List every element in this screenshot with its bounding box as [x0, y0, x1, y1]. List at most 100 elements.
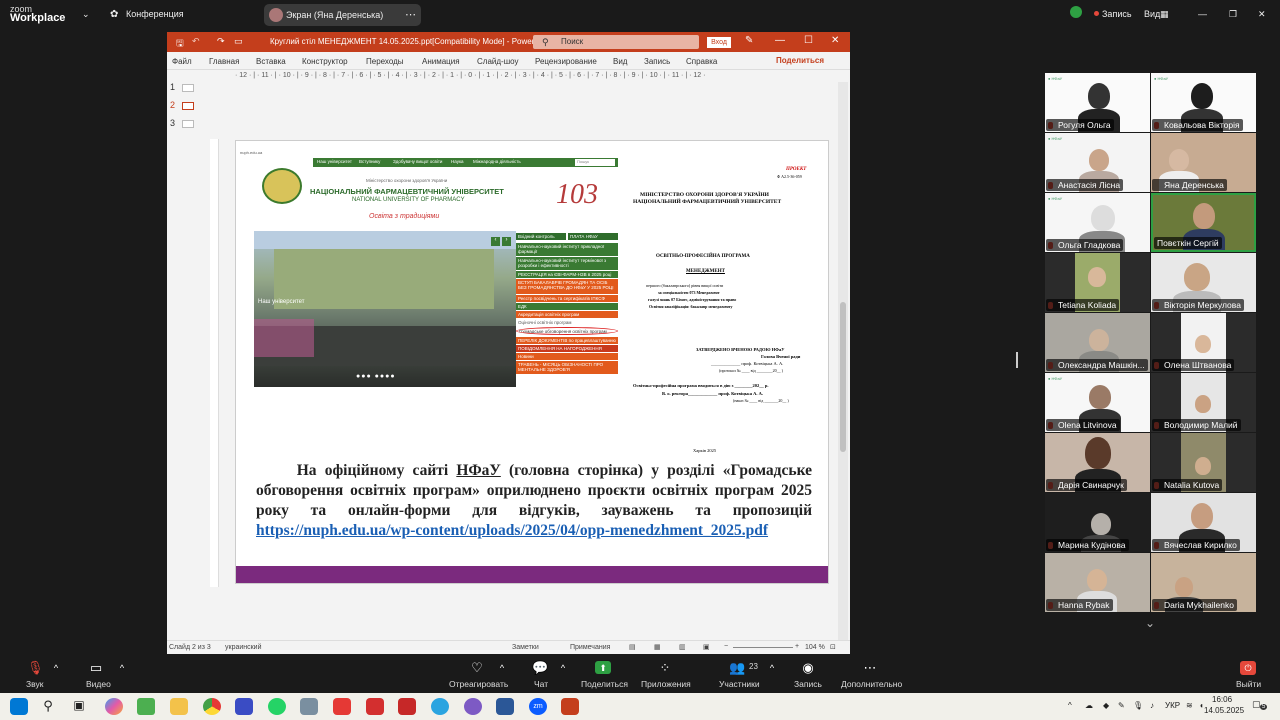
notifications-icon[interactable]: ▢	[1252, 699, 1261, 710]
slide-thumb-3[interactable]	[182, 120, 194, 128]
view-button[interactable]: Вид	[1144, 9, 1160, 19]
vertical-scrollbar[interactable]	[838, 82, 848, 642]
slide-thumb-2[interactable]	[182, 102, 194, 110]
video-camera-icon[interactable]: ▭	[88, 661, 104, 675]
tray-app-icon[interactable]: ◆	[1103, 701, 1109, 710]
participant-tile[interactable]: Олена Штванова	[1151, 313, 1256, 372]
pdf-reader-icon[interactable]	[366, 698, 384, 715]
audio-button[interactable]: Звук	[26, 679, 43, 689]
participants-chevron-icon[interactable]: ^	[764, 661, 780, 675]
minimize-icon[interactable]: —	[1198, 9, 1207, 19]
participant-tile[interactable]: Hanna Rybak	[1045, 553, 1150, 612]
participant-tile[interactable]: ● НФаУ Анастасія Лісна	[1045, 133, 1150, 192]
notes-button[interactable]: Заметки	[512, 644, 539, 651]
tray-wifi-icon[interactable]: ≋	[1186, 701, 1193, 710]
sorter-view-icon[interactable]: ▦	[654, 643, 661, 651]
save-icon[interactable]: 🖫	[176, 36, 184, 52]
task-view-icon[interactable]: ▣	[70, 698, 88, 715]
mic-muted-icon[interactable]: 🎙	[27, 661, 44, 675]
login-button[interactable]: Вход	[707, 37, 731, 48]
react-chevron-icon[interactable]: ^	[494, 661, 510, 675]
more-button[interactable]: Дополнительно	[841, 679, 902, 689]
fit-slide-icon[interactable]: ⊡	[830, 643, 836, 651]
redo-icon[interactable]: ↷	[217, 36, 225, 47]
slideshow-view-icon[interactable]: ▣	[703, 643, 710, 651]
leave-icon[interactable]: ⏻	[1240, 661, 1256, 675]
ppt-search-input[interactable]: ⚲ Поиск	[533, 35, 699, 49]
copilot-icon[interactable]	[105, 698, 123, 715]
participant-tile[interactable]: ● НФаУ Рогуля Ольга	[1045, 73, 1150, 132]
apps-icon[interactable]: ⁘	[657, 661, 673, 675]
gallery-next-page-icon[interactable]: ⌄	[1145, 616, 1155, 630]
viber-icon[interactable]	[464, 698, 482, 715]
ppt-close-icon[interactable]: ✕	[831, 35, 839, 46]
record-icon[interactable]: ◉	[800, 661, 816, 675]
zoom-app-icon[interactable]: zm	[529, 698, 547, 715]
participant-tile-active-speaker[interactable]: Повєткін Сергій	[1151, 193, 1256, 252]
participants-icon[interactable]: 👥	[729, 661, 745, 675]
participant-tile[interactable]: Вячеслав Кирилко	[1151, 493, 1256, 552]
slide-thumb-1[interactable]	[182, 84, 194, 92]
share-screen-button[interactable]: Поделиться	[581, 679, 628, 689]
powerpoint-icon[interactable]	[561, 698, 579, 715]
participant-tile[interactable]: Дарія Свинарчук	[1045, 433, 1150, 492]
audio-options-chevron-icon[interactable]: ^	[48, 661, 64, 675]
ppt-maximize-icon[interactable]: ☐	[804, 35, 813, 46]
file-explorer-icon[interactable]	[170, 698, 188, 715]
share-screen-icon[interactable]: ⬆	[595, 661, 611, 674]
participant-tile[interactable]: ● НФаУ Ковальова Вікторія	[1151, 73, 1256, 132]
tray-language[interactable]: УКР	[1165, 701, 1180, 710]
store-icon[interactable]	[137, 698, 155, 715]
tray-pen-icon[interactable]: ✎	[1118, 701, 1125, 710]
slide-canvas[interactable]: nuph.edu.ua Наш університет Вступнику Зд…	[235, 140, 829, 584]
tray-speaker-icon[interactable]: ♪	[1150, 701, 1154, 710]
present-icon[interactable]: ▭	[234, 36, 243, 47]
restore-icon[interactable]: ❐	[1229, 9, 1237, 20]
tab-review[interactable]: Рецензирование	[535, 57, 597, 66]
whatsapp-icon[interactable]	[268, 698, 286, 715]
participant-tile[interactable]: Олександра Машкін...	[1045, 313, 1150, 372]
participant-tile[interactable]: Володимир Малий	[1151, 373, 1256, 432]
video-options-chevron-icon[interactable]: ^	[114, 661, 130, 675]
leave-button[interactable]: Выйти	[1236, 679, 1261, 689]
tab-help[interactable]: Справка	[686, 57, 717, 66]
tab-insert[interactable]: Вставка	[256, 57, 286, 66]
participant-tile[interactable]: Daria Mykhailenko	[1151, 553, 1256, 612]
participant-tile[interactable]: Марина Кудінова	[1045, 493, 1150, 552]
language-status[interactable]: украинский	[225, 644, 262, 651]
acrobat-icon[interactable]	[398, 698, 416, 715]
ppt-minimize-icon[interactable]: —	[775, 35, 785, 46]
tab-transitions[interactable]: Переходы	[366, 57, 404, 66]
chrome-icon[interactable]	[203, 698, 221, 715]
tab-file[interactable]: Файл	[172, 57, 192, 66]
tab-record[interactable]: Запись	[644, 57, 670, 66]
participant-tile[interactable]: ● НФаУ Ольга Гладкова	[1045, 193, 1150, 252]
search-icon[interactable]: ⚲	[39, 698, 57, 715]
participant-tile[interactable]: Яна Деренська	[1151, 133, 1256, 192]
participant-tile[interactable]: Tetiana Koliada	[1045, 253, 1150, 312]
comments-button[interactable]: Примечания	[570, 644, 610, 651]
save-app-icon[interactable]	[235, 698, 253, 715]
tray-mic-icon[interactable]: 🎙	[1133, 701, 1143, 710]
chat-icon[interactable]: 💬	[532, 661, 548, 675]
tab-home[interactable]: Главная	[209, 57, 239, 66]
participant-tile[interactable]: Natalia Kutova	[1151, 433, 1256, 492]
view-grid-icon[interactable]: ▦	[1160, 9, 1169, 20]
zoom-level[interactable]: 104 %	[805, 644, 825, 651]
splitter-handle[interactable]	[1016, 352, 1018, 368]
more-icon[interactable]: ⋯	[862, 661, 878, 675]
video-button[interactable]: Видео	[86, 679, 111, 689]
recording-label[interactable]: Запись	[1102, 9, 1132, 19]
screen-share-pill[interactable]: Экран (Яна Деренська) ⋯	[264, 4, 421, 26]
meeting-label[interactable]: Конференция	[126, 9, 184, 19]
chevron-down-icon[interactable]: ⌄	[82, 9, 90, 20]
apps-button[interactable]: Приложения	[641, 679, 691, 689]
telegram-icon[interactable]	[431, 698, 449, 715]
reading-view-icon[interactable]: ▥	[679, 643, 686, 651]
participant-tile[interactable]: Вікторія Меркулова	[1151, 253, 1256, 312]
tab-slideshow[interactable]: Слайд-шоу	[477, 57, 518, 66]
tab-design[interactable]: Конструктор	[302, 57, 348, 66]
chat-chevron-icon[interactable]: ^	[555, 661, 571, 675]
ppt-share-button[interactable]: Поделиться	[776, 56, 824, 65]
participant-tile[interactable]: ● НФаУ Olena Litvinova	[1045, 373, 1150, 432]
